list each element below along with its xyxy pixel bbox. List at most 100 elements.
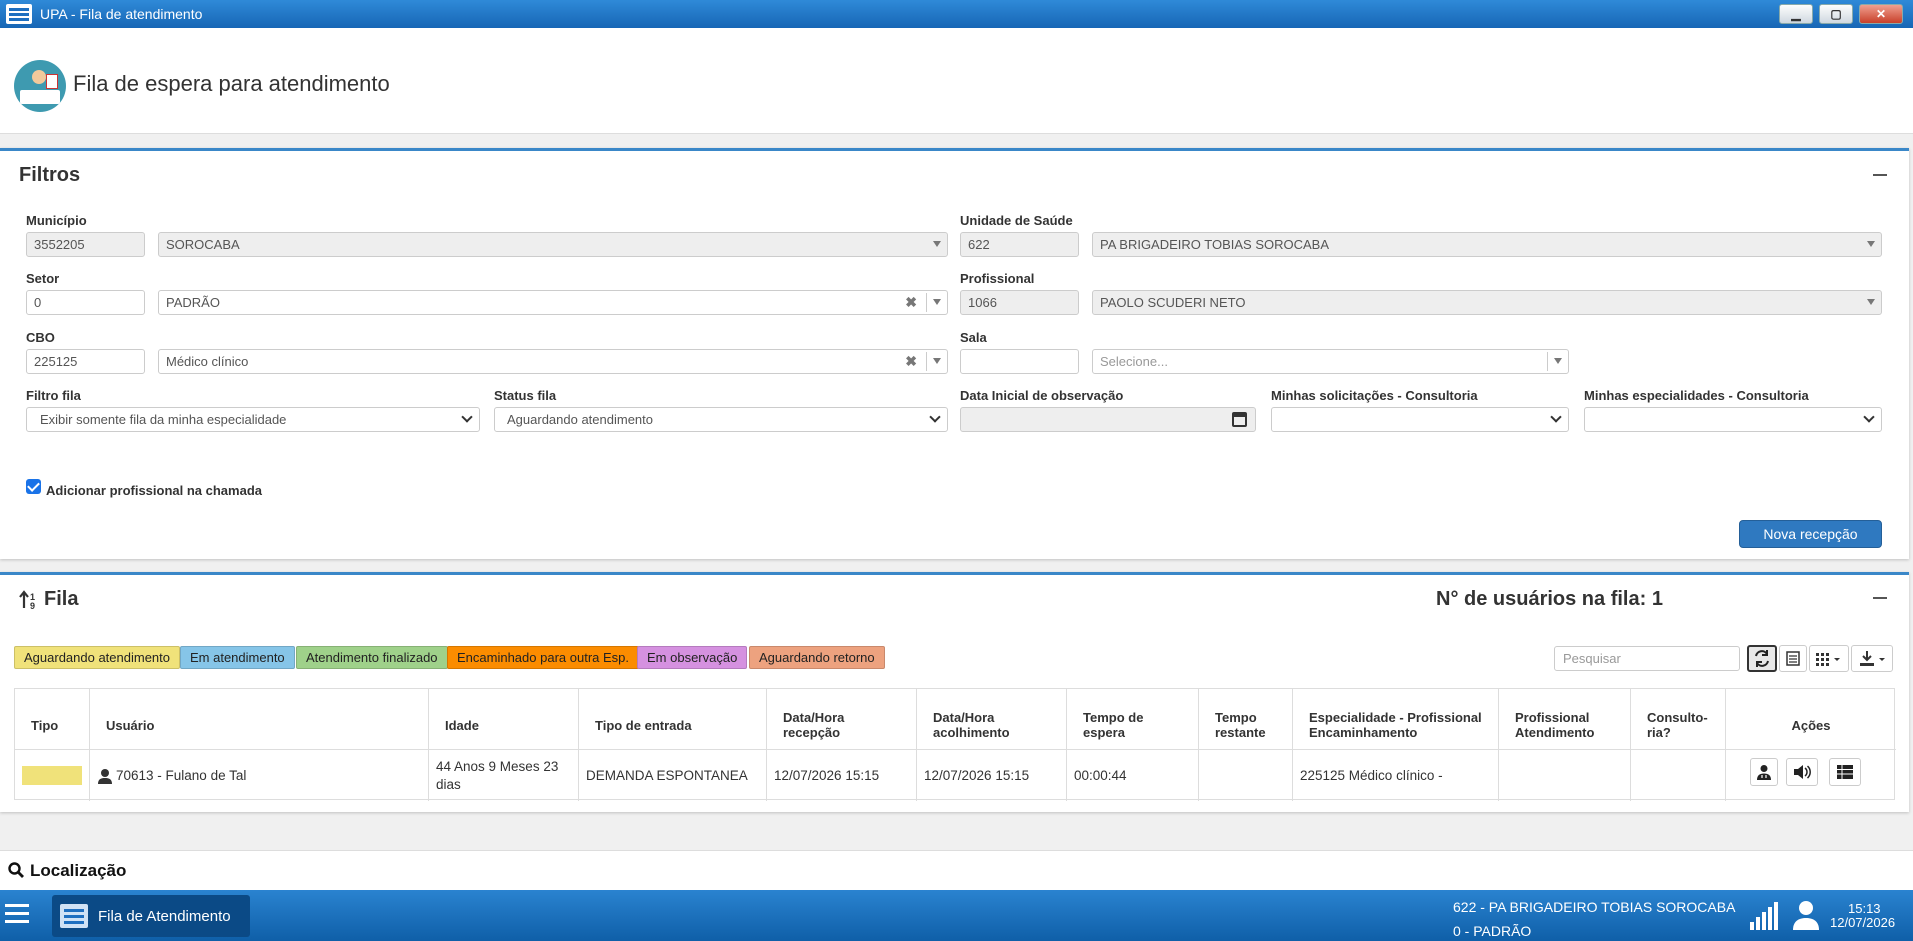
data-inicial-input[interactable]: [960, 407, 1256, 432]
close-button[interactable]: ✕: [1859, 4, 1903, 24]
window-icon: [60, 904, 88, 928]
nova-recepcao-button[interactable]: Nova recepção: [1739, 520, 1882, 548]
col-header[interactable]: Data/Hora acolhimento: [917, 689, 1067, 749]
row-menu-button[interactable]: [1829, 758, 1861, 786]
caret-down-icon: [1867, 299, 1875, 305]
col-header[interactable]: Data/Hora recepção: [767, 689, 917, 749]
location-title: Localização: [30, 861, 127, 880]
location-section[interactable]: Localização: [0, 850, 1913, 890]
setor-label: Setor: [26, 271, 60, 286]
data-inicial-label: Data Inicial de observação: [960, 388, 1124, 403]
col-header[interactable]: Tempo restante: [1199, 689, 1293, 749]
minimize-button[interactable]: ▁: [1779, 4, 1813, 24]
sala-placeholder: Selecione...: [1100, 354, 1168, 369]
adicionar-profissional-checkbox[interactable]: [26, 479, 41, 494]
page-title: Fila de espera para atendimento: [73, 71, 390, 96]
table-cell-acolhimento: 12/07/2026 15:15: [917, 749, 1067, 801]
unidade-code-input[interactable]: 622: [960, 232, 1079, 257]
clock-time: 15:13: [1848, 901, 1881, 916]
table-cell-especialidade: 225125 Médico clínico -: [1293, 749, 1499, 801]
profissional-code-input[interactable]: 1066: [960, 290, 1079, 315]
chevron-down-icon: [929, 411, 941, 423]
adicionar-profissional-label: Adicionar profissional na chamada: [46, 483, 262, 498]
queue-title: Fila: [44, 588, 79, 610]
export-button[interactable]: [1851, 645, 1893, 672]
municipio-select[interactable]: SOROCABA: [158, 232, 948, 257]
table-cell-usuario[interactable]: 70613 - Fulano de Tal: [90, 749, 429, 801]
legend-item[interactable]: Aguardando retorno: [749, 646, 885, 669]
status-fila-select[interactable]: Aguardando atendimento: [494, 407, 948, 432]
clock-date: 12/07/2026: [1830, 915, 1896, 930]
cbo-select[interactable]: Médico clínico ✖: [158, 349, 948, 374]
cbo-code-input[interactable]: 225125: [26, 349, 145, 374]
col-header[interactable]: Usuário: [90, 689, 429, 749]
col-header[interactable]: Tipo de entrada: [579, 689, 767, 749]
calendar-icon[interactable]: [1232, 412, 1247, 427]
table-cell-idade: 44 Anos 9 Meses 23 dias: [429, 749, 579, 801]
clear-icon[interactable]: ✖: [905, 350, 917, 373]
maximize-button[interactable]: ▢: [1819, 4, 1853, 24]
columns-button[interactable]: [1809, 645, 1849, 672]
clear-icon[interactable]: ✖: [905, 291, 917, 314]
table-cell-tipo-entrada: DEMANDA ESPONTANEA: [579, 749, 767, 801]
setor-select[interactable]: PADRÃO ✖: [158, 290, 948, 315]
list-icon: [1786, 651, 1800, 666]
queue-count: N° de usuários na fila: 1: [1436, 588, 1663, 610]
user-icon[interactable]: [1792, 900, 1820, 930]
chevron-down-icon: [1550, 411, 1562, 423]
legend-item[interactable]: Aguardando atendimento: [14, 646, 181, 669]
col-header[interactable]: Profissional Atendimento: [1499, 689, 1631, 749]
current-unit: 622 - PA BRIGADEIRO TOBIAS SOROCABA: [1453, 899, 1736, 915]
municipio-value: SOROCABA: [166, 237, 240, 252]
municipio-code-input[interactable]: 3552205: [26, 232, 145, 257]
filtro-fila-label: Filtro fila: [26, 388, 81, 403]
download-icon: [1860, 651, 1885, 666]
minhas-especialidades-label: Minhas especialidades - Consultoria: [1584, 388, 1809, 403]
doctor-icon: [1757, 765, 1771, 780]
user-icon: [98, 768, 112, 784]
minhas-solicitacoes-select[interactable]: [1271, 407, 1569, 432]
sala-code-input[interactable]: [960, 349, 1079, 374]
attend-button[interactable]: [1750, 758, 1778, 786]
grid-icon: [1816, 653, 1840, 666]
caret-down-icon: [1867, 241, 1875, 247]
col-header[interactable]: Consulto-ria?: [1631, 689, 1726, 749]
status-fila-value: Aguardando atendimento: [507, 412, 654, 427]
minhas-especialidades-select[interactable]: [1584, 407, 1882, 432]
list-view-button[interactable]: [1779, 645, 1807, 672]
legend-item[interactable]: Atendimento finalizado: [296, 646, 448, 669]
table-cell-recepcao: 12/07/2026 15:15: [767, 749, 917, 801]
col-header[interactable]: Tempo de espera: [1067, 689, 1199, 749]
call-patient-button[interactable]: [1786, 758, 1818, 786]
setor-value: PADRÃO: [166, 295, 220, 310]
caret-down-icon: [933, 241, 941, 247]
col-header[interactable]: Idade: [429, 689, 579, 749]
setor-code-input[interactable]: 0: [26, 290, 145, 315]
unidade-label: Unidade de Saúde: [960, 213, 1073, 228]
filtro-fila-value: Exibir somente fila da minha especialida…: [40, 412, 287, 427]
table-list-icon: [1837, 765, 1853, 779]
filtro-fila-select[interactable]: Exibir somente fila da minha especialida…: [26, 407, 480, 432]
table-cell-consultoria: [1631, 749, 1726, 801]
legend-item[interactable]: Encaminhado para outra Esp.: [447, 646, 639, 669]
sala-select[interactable]: Selecione...: [1092, 349, 1569, 374]
legend-item[interactable]: Em observação: [637, 646, 748, 669]
collapse-icon[interactable]: [1873, 597, 1887, 599]
profissional-select[interactable]: PAOLO SCUDERI NETO: [1092, 290, 1882, 315]
status-swatch: [22, 766, 82, 785]
chevron-down-icon: [1863, 411, 1875, 423]
search-input[interactable]: Pesquisar: [1554, 646, 1740, 671]
taskbar-item-fila[interactable]: Fila de Atendimento: [52, 895, 250, 937]
collapse-icon[interactable]: [1873, 174, 1887, 176]
refresh-button[interactable]: [1747, 645, 1777, 672]
profissional-value: PAOLO SCUDERI NETO: [1100, 295, 1246, 310]
signal-icon: [1750, 902, 1778, 930]
col-header[interactable]: Tipo: [15, 689, 90, 749]
window-titlebar: UPA - Fila de atendimento ▁ ▢ ✕: [0, 0, 1913, 28]
legend-item[interactable]: Em atendimento: [180, 646, 295, 669]
current-setor: 0 - PADRÃO: [1453, 923, 1532, 939]
col-header[interactable]: Especialidade - Profissional Encaminhame…: [1293, 689, 1499, 749]
menu-icon[interactable]: [5, 904, 29, 907]
unidade-select[interactable]: PA BRIGADEIRO TOBIAS SOROCABA: [1092, 232, 1882, 257]
filters-title: Filtros: [19, 164, 81, 186]
